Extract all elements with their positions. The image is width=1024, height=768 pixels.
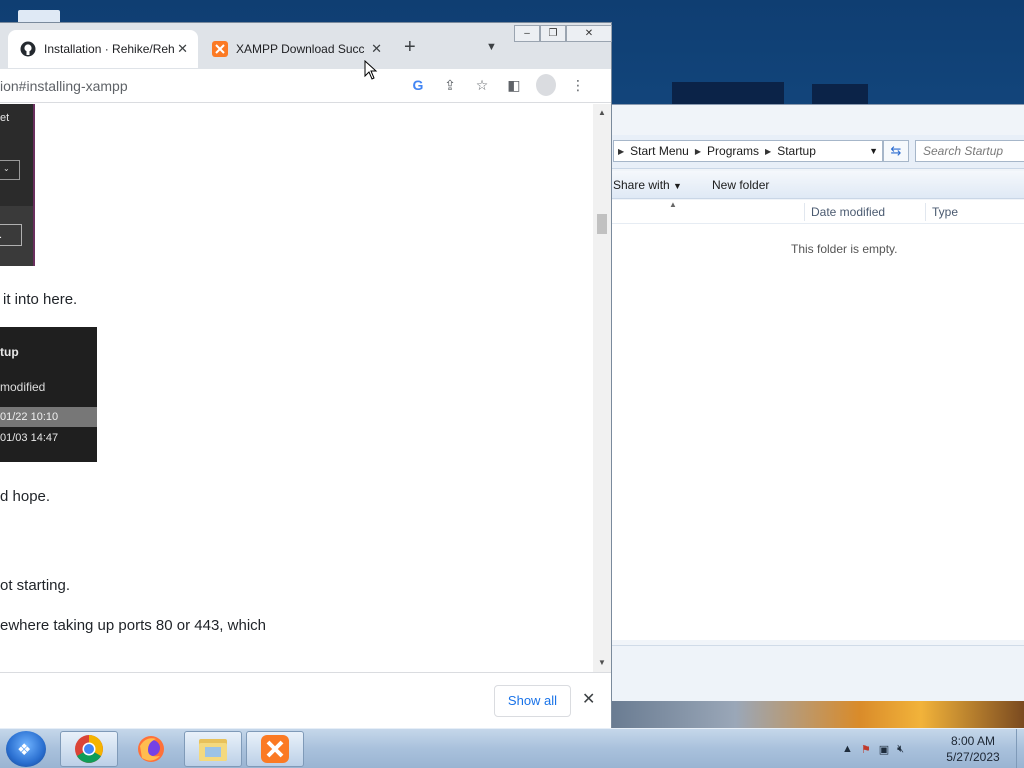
dialog-dropdown: ⌄ [0,160,20,180]
paragraph-text: d hope. [0,488,51,505]
taskbar-clock[interactable]: 8:00 AM 5/27/2023 [936,733,1010,765]
explorer-details-pane [601,645,1024,701]
sort-arrow-icon: ▲ [669,200,677,209]
close-tab-icon[interactable]: ✕ [371,41,382,57]
desktop-wallpaper-strip [612,700,1024,728]
address-dropdown-icon[interactable]: ▼ [869,146,882,156]
explorer-navbar: ▶ Start Menu ▶ Programs ▶ Startup ▼ ⇆ Se… [601,135,1024,169]
window-controls: – ❐ ✕ [514,25,612,43]
screenshot-heading: tup [0,345,19,359]
scrollbar-thumb[interactable] [597,214,607,234]
column-type[interactable]: Type [925,203,958,221]
chrome-icon [75,735,103,763]
tab-title: Installation · Rehike/Rehike [44,42,174,56]
chevron-down-icon: ⌄ [3,164,10,173]
refresh-icon[interactable]: ⇆ [883,140,909,162]
show-hidden-icons-icon[interactable]: ▲ [842,743,853,755]
scroll-up-icon[interactable]: ▲ [598,108,606,117]
side-panel-icon[interactable]: ◧ [504,75,524,95]
download-bar: Show all ✕ [0,672,611,729]
mouse-cursor-icon [364,60,378,80]
taskbar: ❖ ▲ ⚑ ▣ 🔇︎ 8:00 AM 5/27/2023 [0,728,1024,768]
close-window-button[interactable]: ✕ [566,25,612,42]
taskbar-file-explorer[interactable] [184,731,242,767]
paragraph-text: ot starting. [0,577,71,594]
start-button[interactable]: ❖ [6,731,46,767]
firefox-icon [138,736,164,762]
url-input[interactable]: ion#installing-xampp [0,78,128,94]
screenshot-row: 01/22 10:10 [0,407,97,427]
menu-kebab-icon[interactable]: ⋮ [568,75,588,95]
omnibox-actions: G ⇪ ☆ ◧ ⋮ [408,74,588,96]
taskbar-xampp[interactable] [246,731,304,767]
embedded-screenshot: tup modified 01/22 10:10 01/03 14:47 [0,327,97,462]
restore-button[interactable]: ❐ [540,25,566,42]
breadcrumb-separator: ▶ [765,146,772,156]
taskbar-firefox[interactable] [122,731,180,767]
minimize-button[interactable]: – [514,25,540,42]
column-date-modified[interactable]: Date modified [804,203,885,221]
breadcrumb-programs[interactable]: Programs [707,144,759,158]
explorer-window: ▶ Start Menu ▶ Programs ▶ Startup ▼ ⇆ Se… [600,104,1024,701]
page-scrollbar[interactable]: ▲ ▼ [593,104,611,672]
column-headers: ▲ Date modified Type [601,200,1024,224]
xampp-icon [261,735,289,763]
explorer-address-bar[interactable]: ▶ Start Menu ▶ Programs ▶ Startup ▼ [613,140,883,162]
screenshot-column: modified [0,380,46,394]
paragraph-text: it into here. [3,291,78,308]
share-icon[interactable]: ⇪ [440,75,460,95]
chevron-down-icon: ▼ [673,181,682,191]
dialog-button-label: . [0,229,2,241]
explorer-file-list[interactable]: ▲ Date modified Type This folder is empt… [601,200,1024,640]
clock-time: 8:00 AM [950,734,996,748]
taskbar-chrome[interactable] [60,731,118,767]
dialog-label: et [0,112,10,124]
tab-title: XAMPP Download Success [236,42,364,56]
close-download-bar-icon[interactable]: ✕ [582,689,595,709]
network-icon[interactable]: ▣ [879,743,889,756]
share-with-button[interactable]: Share with ▼ [613,178,682,192]
close-tab-icon[interactable]: ✕ [177,41,188,57]
embedded-dark-dialog: et ⌄ . [0,104,35,266]
avatar [536,74,556,96]
clock-date: 5/27/2023 [946,750,1000,764]
breadcrumb-startup[interactable]: Startup [777,144,816,158]
github-icon [20,41,36,57]
volume-muted-icon[interactable]: 🔇︎ [897,743,904,756]
share-with-label: Share with [613,178,670,192]
explorer-search-input[interactable]: Search Startup [915,140,1024,162]
show-all-downloads-button[interactable]: Show all [494,685,571,717]
tab-strip: Installation · Rehike/Rehike ✕ XAMPP Dow… [0,23,612,69]
dialog-button: . [0,224,22,246]
new-folder-button[interactable]: New folder [712,178,769,192]
google-icon[interactable]: G [408,75,428,95]
tab-installation[interactable]: Installation · Rehike/Rehike ✕ [8,30,198,68]
scroll-down-icon[interactable]: ▼ [598,658,606,667]
action-center-flag-icon[interactable]: ⚑ [861,743,871,756]
folder-icon [199,739,227,761]
screenshot-row: 01/03 14:47 [0,432,59,444]
windows-logo-icon: ❖ [17,742,32,759]
new-tab-button[interactable]: + [404,37,416,57]
xampp-icon [212,41,228,57]
explorer-toolbar: Share with ▼ New folder [601,171,1024,199]
page-content: et ⌄ . it into here. tup modified 01/22 … [0,104,593,672]
tab-search-icon[interactable]: ▼ [486,41,497,53]
bookmark-star-icon[interactable]: ☆ [472,75,492,95]
breadcrumb-separator: ▶ [618,146,625,156]
chrome-window: Installation · Rehike/Rehike ✕ XAMPP Dow… [0,22,612,729]
breadcrumb-separator: ▶ [694,146,702,156]
system-tray: ▲ ⚑ ▣ 🔇︎ [842,729,904,768]
empty-folder-message: This folder is empty. [791,242,898,256]
omnibox: ion#installing-xampp G ⇪ ☆ ◧ ⋮ [0,69,611,103]
profile-avatar[interactable] [536,74,556,96]
desktop-building [812,84,868,106]
desktop-building [672,82,784,106]
paragraph-text: ewhere taking up ports 80 or 443, which [0,617,266,634]
breadcrumb-start-menu[interactable]: Start Menu [630,144,689,158]
show-desktop-button[interactable] [1016,729,1024,768]
